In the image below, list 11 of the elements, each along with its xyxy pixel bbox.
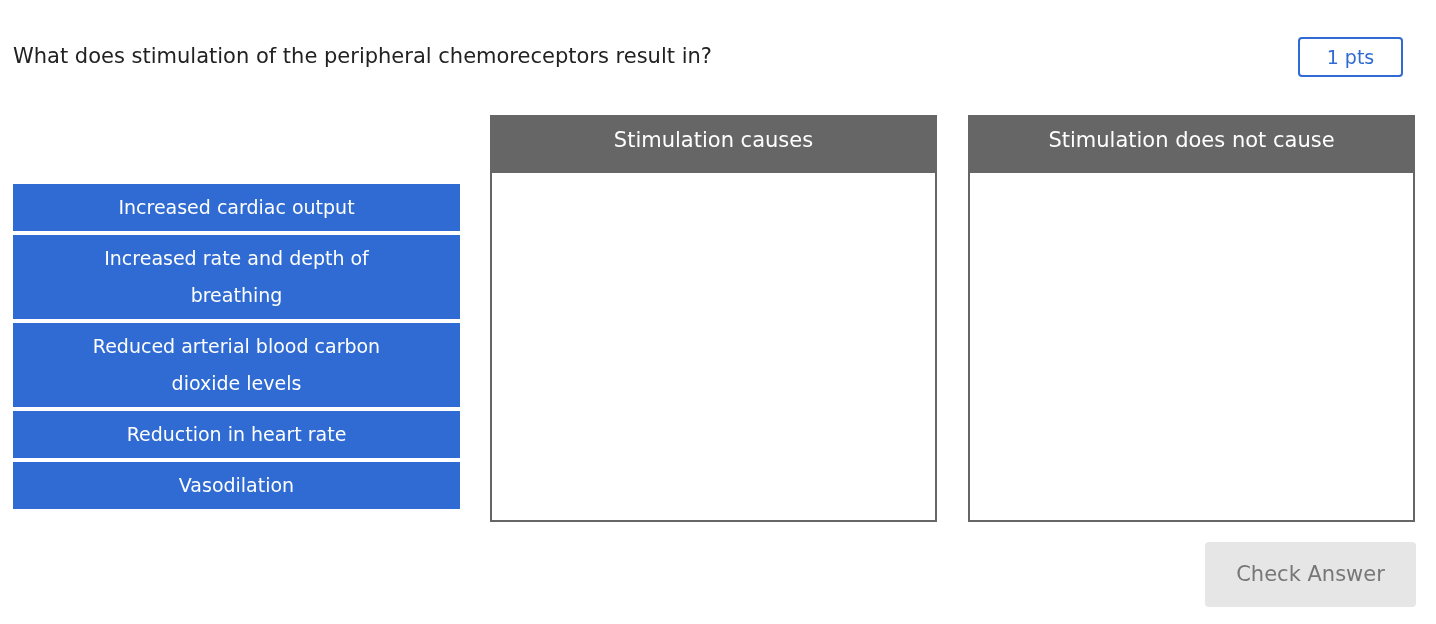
draggable-answer-item[interactable]: Vasodilation [13,462,460,509]
question-text: What does stimulation of the peripheral chemoreceptors result in? [13,43,712,71]
drop-zone[interactable]: Stimulation does not cause [968,115,1415,522]
drop-zone-header: Stimulation causes [492,117,935,173]
draggable-answer-item[interactable]: Increased rate and depth of breathing [13,235,460,319]
draggable-answer-item[interactable]: Increased cardiac output [13,184,460,231]
drop-zone-header: Stimulation does not cause [970,117,1413,173]
draggable-answer-item[interactable]: Reduced arterial blood carbon dioxide levels [13,323,460,407]
drop-zone[interactable]: Stimulation causes [490,115,937,522]
points-badge: 1 pts [1298,37,1403,77]
draggable-answer-item[interactable]: Reduction in heart rate [13,411,460,458]
